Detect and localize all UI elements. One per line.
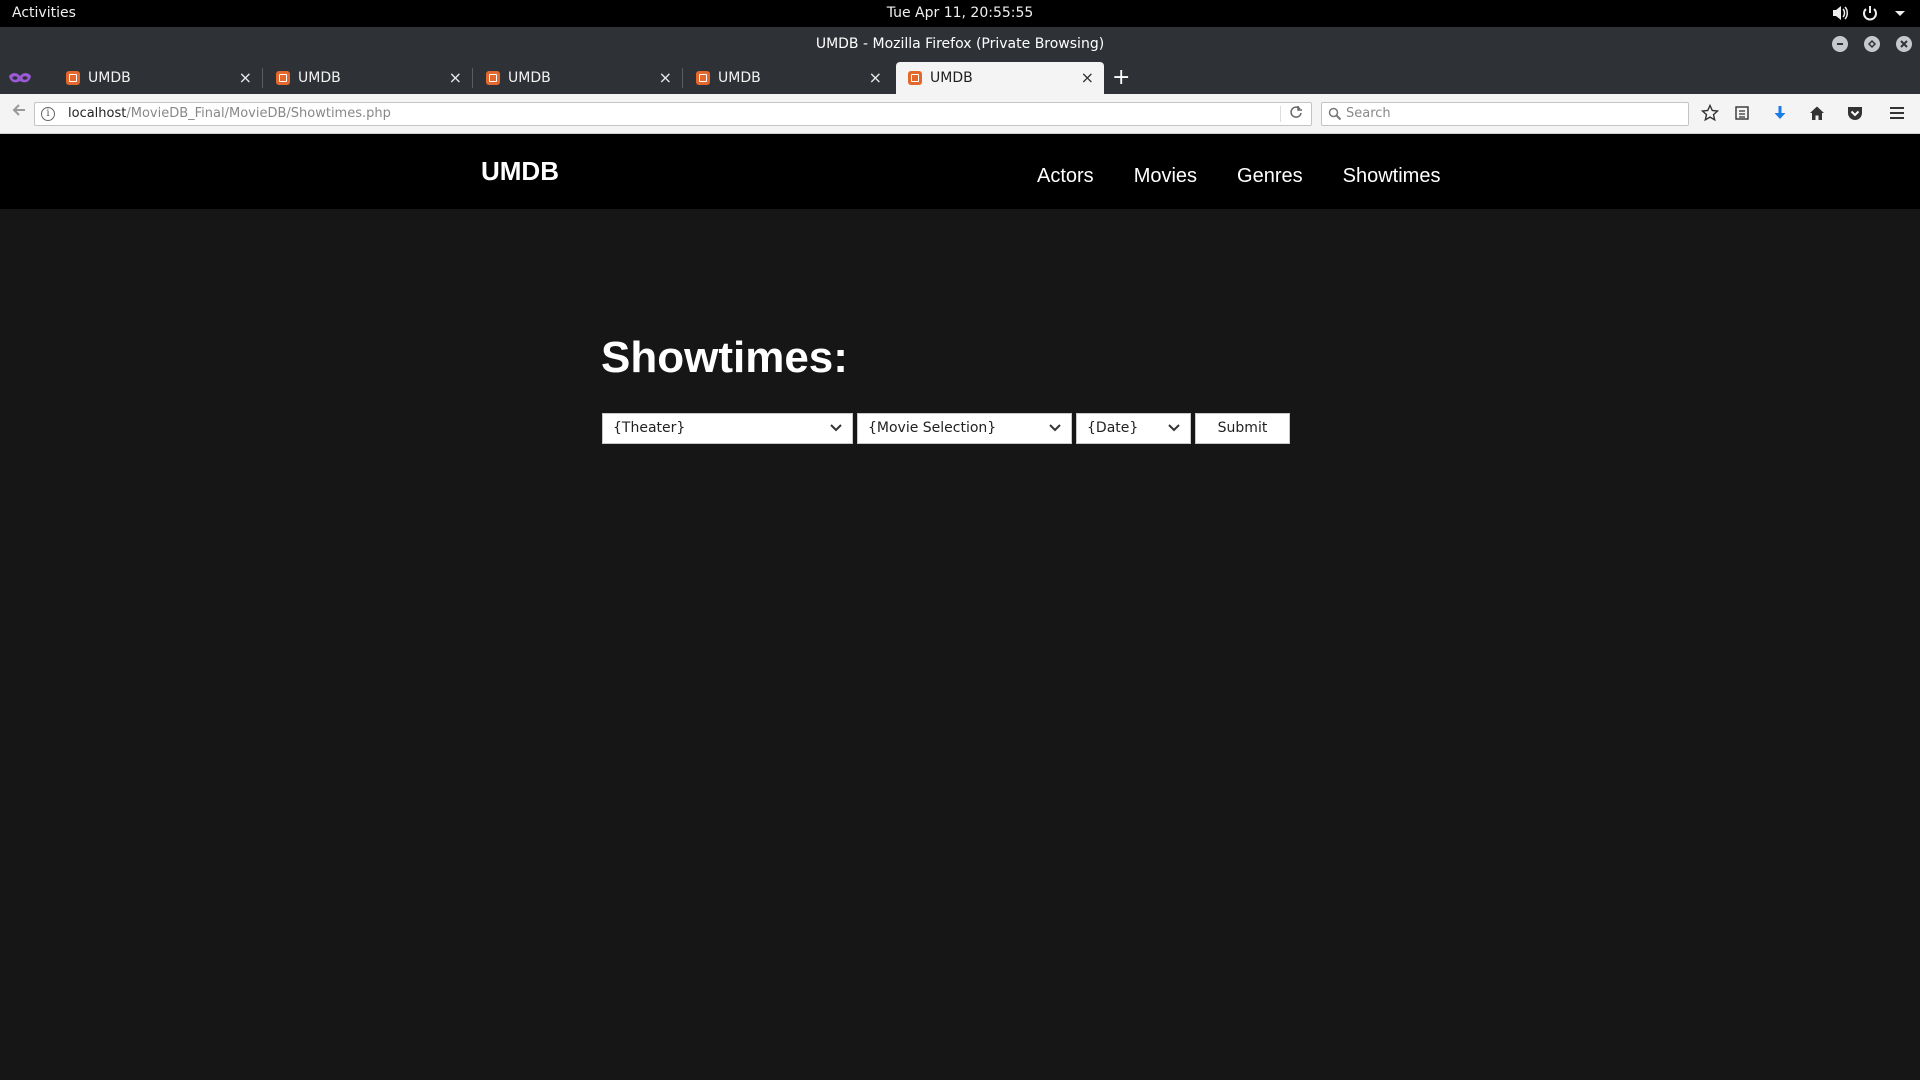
minimize-icon (1837, 43, 1843, 45)
movie-select[interactable]: {Movie Selection} (857, 413, 1072, 444)
nav-link-actors[interactable]: Actors (1037, 165, 1094, 188)
tab-1[interactable]: UMDB × (54, 62, 263, 94)
nav-link-showtimes[interactable]: Showtimes (1343, 165, 1441, 188)
tab-strip: UMDB × UMDB × UMDB × UMDB × UMDB × + (0, 62, 1920, 94)
back-arrow-icon (12, 104, 25, 116)
tab-label: UMDB (298, 70, 341, 86)
close-window-button[interactable] (1896, 36, 1912, 52)
power-icon[interactable] (1860, 3, 1880, 23)
xampp-favicon-icon (908, 71, 922, 85)
showtimes-form: {Theater} {Movie Selection} {Date} Submi… (602, 413, 1290, 444)
search-placeholder: Search (1346, 106, 1391, 121)
window-titlebar: UMDB - Mozilla Firefox (Private Browsing… (0, 27, 1920, 62)
tab-2[interactable]: UMDB × (264, 62, 473, 94)
activities-button[interactable]: Activities (12, 5, 76, 21)
site-nav: Actors Movies Genres Showtimes (1037, 165, 1480, 188)
tab-close-icon[interactable]: × (1081, 68, 1094, 87)
close-icon (1900, 40, 1908, 48)
downloads-icon[interactable] (1771, 104, 1791, 124)
bookmark-star-icon[interactable] (1700, 103, 1721, 124)
movie-select-value: {Movie Selection} (868, 420, 997, 436)
home-icon[interactable] (1808, 104, 1828, 124)
navigation-toolbar: i localhost/MovieDB_Final/MovieDB/Showti… (0, 94, 1920, 134)
tab-close-icon[interactable]: × (869, 68, 882, 87)
volume-icon[interactable] (1830, 3, 1850, 23)
clock[interactable]: Tue Apr 11, 20:55:55 (887, 5, 1034, 21)
maximize-button[interactable] (1864, 36, 1880, 52)
tab-label: UMDB (930, 70, 973, 86)
site-brand[interactable]: UMDB (481, 156, 559, 187)
tab-close-icon[interactable]: × (239, 68, 252, 87)
tab-separator (682, 68, 683, 88)
search-icon (1328, 107, 1342, 125)
xampp-favicon-icon (276, 71, 290, 85)
pocket-icon[interactable] (1846, 104, 1866, 124)
back-button[interactable] (4, 101, 34, 127)
private-browsing-icon (9, 73, 31, 83)
submit-button[interactable]: Submit (1195, 413, 1290, 444)
tab-close-icon[interactable]: × (449, 68, 462, 87)
bookmarks-list-icon[interactable] (1733, 104, 1753, 124)
chevron-down-icon (830, 424, 842, 432)
url-divider (1280, 106, 1281, 122)
site-info-icon[interactable]: i (41, 107, 55, 121)
nav-link-genres[interactable]: Genres (1237, 165, 1303, 188)
new-tab-button[interactable]: + (1112, 65, 1130, 90)
reload-icon[interactable] (1289, 105, 1303, 123)
tab-3[interactable]: UMDB × (474, 62, 683, 94)
site-header: UMDB Actors Movies Genres Showtimes (0, 134, 1920, 209)
tab-close-icon[interactable]: × (659, 68, 672, 87)
system-tray[interactable] (1830, 3, 1910, 23)
chevron-down-icon (1049, 424, 1061, 432)
hamburger-menu-icon[interactable] (1888, 104, 1908, 124)
tab-separator (472, 68, 473, 88)
tab-separator (262, 68, 263, 88)
tab-label: UMDB (508, 70, 551, 86)
window-title: UMDB - Mozilla Firefox (Private Browsing… (815, 36, 1105, 52)
tab-label: UMDB (718, 70, 761, 86)
theater-select[interactable]: {Theater} (602, 413, 853, 444)
date-select-value: {Date} (1087, 420, 1139, 436)
chevron-down-icon (1168, 424, 1180, 432)
tab-label: UMDB (88, 70, 131, 86)
minimize-button[interactable] (1832, 36, 1848, 52)
xampp-favicon-icon (486, 71, 500, 85)
maximize-icon (1867, 39, 1877, 49)
search-bar[interactable]: Search (1321, 102, 1689, 126)
url-text[interactable]: localhost/MovieDB_Final/MovieDB/Showtime… (68, 106, 391, 121)
tab-4[interactable]: UMDB × (684, 62, 892, 94)
nav-link-movies[interactable]: Movies (1134, 165, 1197, 188)
theater-select-value: {Theater} (613, 420, 686, 436)
date-select[interactable]: {Date} (1076, 413, 1191, 444)
xampp-favicon-icon (696, 71, 710, 85)
tab-5-active[interactable]: UMDB × (896, 62, 1104, 94)
xampp-favicon-icon (66, 71, 80, 85)
url-bar[interactable]: i localhost/MovieDB_Final/MovieDB/Showti… (34, 102, 1312, 126)
chevron-down-icon[interactable] (1890, 3, 1910, 23)
system-top-bar: Activities Tue Apr 11, 20:55:55 (0, 0, 1920, 27)
page-title: Showtimes: (601, 333, 848, 382)
